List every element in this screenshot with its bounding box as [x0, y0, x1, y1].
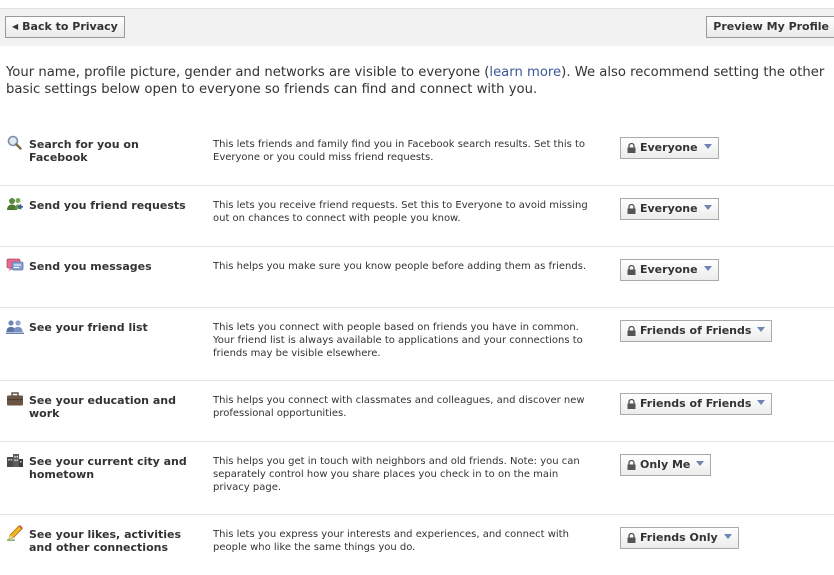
friend-request-icon	[6, 196, 24, 212]
lock-icon	[627, 262, 636, 282]
back-arrow-icon: ◀	[12, 22, 19, 31]
setting-row-friend-list: See your friend list This lets you conne…	[0, 308, 834, 381]
search-icon	[6, 135, 24, 151]
setting-description: This helps you make sure you know people…	[213, 261, 587, 272]
setting-title: Send you messages	[29, 260, 152, 273]
privacy-dropdown-friend-requests[interactable]: Everyone	[620, 198, 719, 220]
settings-list: Search for you on Facebook This lets fri…	[0, 125, 834, 575]
briefcase-icon	[6, 391, 24, 407]
back-to-privacy-button[interactable]: ◀ Back to Privacy	[5, 16, 125, 38]
privacy-dropdown-city-hometown[interactable]: Only Me	[620, 454, 712, 477]
privacy-dropdown-education-work[interactable]: Friends of Friends	[620, 393, 773, 416]
privacy-dropdown-value: Only Me	[640, 458, 691, 471]
chevron-down-icon	[703, 144, 712, 149]
privacy-dropdown-value: Friends of Friends	[640, 397, 752, 410]
privacy-dropdown-value: Everyone	[640, 263, 698, 276]
chevron-down-icon	[703, 266, 712, 271]
chevron-down-icon	[757, 327, 766, 332]
setting-description: This lets you receive friend requests. S…	[213, 200, 588, 224]
setting-title: See your current city and hometown	[29, 455, 187, 481]
pencil-icon	[6, 525, 24, 541]
lock-icon	[627, 396, 636, 416]
setting-description: This lets you connect with people based …	[213, 322, 583, 359]
setting-title: Search for you on Facebook	[29, 138, 139, 164]
setting-description: This lets friends and family find you in…	[213, 139, 586, 163]
intro-text: Your name, profile picture, gender and n…	[6, 64, 834, 98]
setting-title: See your friend list	[29, 321, 148, 334]
lock-icon	[627, 457, 636, 477]
lock-icon	[627, 201, 636, 221]
setting-row-friend-requests: Send you friend requests This lets you r…	[0, 186, 834, 247]
setting-description: This helps you connect with classmates a…	[213, 395, 585, 419]
setting-row-likes-activities: See your likes, activities and other con…	[0, 515, 834, 575]
top-toolbar: ◀ Back to Privacy Preview My Profile	[0, 8, 834, 46]
setting-row-education-work: See your education and work This helps y…	[0, 381, 834, 442]
privacy-dropdown-value: Everyone	[640, 141, 698, 154]
privacy-dropdown-messages[interactable]: Everyone	[620, 259, 719, 281]
friend-list-icon	[6, 318, 24, 334]
setting-row-search: Search for you on Facebook This lets fri…	[0, 125, 834, 186]
intro-text-before: Your name, profile picture, gender and n…	[6, 65, 490, 80]
chevron-down-icon	[696, 461, 705, 466]
privacy-dropdown-search[interactable]: Everyone	[620, 137, 719, 159]
privacy-dropdown-value: Everyone	[640, 202, 698, 215]
chevron-down-icon	[703, 205, 712, 210]
chevron-down-icon	[757, 400, 766, 405]
city-icon	[6, 452, 24, 468]
setting-row-city-hometown: See your current city and hometown This …	[0, 442, 834, 515]
privacy-dropdown-friend-list[interactable]: Friends of Friends	[620, 320, 773, 343]
privacy-dropdown-value: Friends of Friends	[640, 324, 752, 337]
setting-description: This helps you get in touch with neighbo…	[213, 456, 580, 493]
setting-title: See your education and work	[29, 394, 176, 420]
privacy-dropdown-value: Friends Only	[640, 531, 718, 544]
setting-title: Send you friend requests	[29, 199, 186, 212]
back-button-label: Back to Privacy	[22, 20, 118, 33]
preview-profile-button[interactable]: Preview My Profile	[706, 16, 834, 38]
lock-icon	[627, 323, 636, 343]
setting-row-messages: Send you messages This helps you make su…	[0, 247, 834, 308]
setting-title: See your likes, activities and other con…	[29, 528, 182, 554]
privacy-dropdown-likes-activities[interactable]: Friends Only	[620, 527, 739, 549]
messages-icon	[6, 257, 24, 273]
setting-description: This lets you express your interests and…	[213, 529, 569, 553]
chevron-down-icon	[723, 534, 732, 539]
preview-button-label: Preview My Profile	[713, 20, 829, 33]
learn-more-link[interactable]: learn more	[489, 65, 561, 80]
lock-icon	[627, 140, 636, 160]
lock-icon	[627, 530, 636, 550]
